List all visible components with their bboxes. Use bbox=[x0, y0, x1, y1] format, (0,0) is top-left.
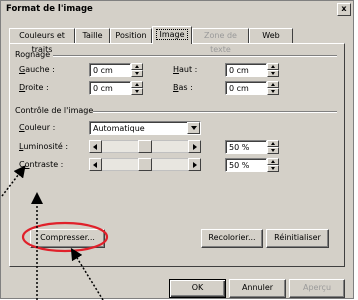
contrast-slider-thumb[interactable] bbox=[138, 158, 152, 171]
color-select[interactable]: Automatique bbox=[89, 121, 201, 135]
title-bar: Format de l'image x bbox=[1, 1, 353, 18]
spin-down-icon[interactable] bbox=[267, 165, 279, 172]
spin-up-icon[interactable] bbox=[267, 63, 279, 70]
tab-couleurs-et-traits[interactable]: Couleurs et traits bbox=[9, 28, 75, 54]
left-crop-field[interactable]: 0 cm bbox=[89, 63, 131, 77]
spin-up-icon[interactable] bbox=[131, 63, 143, 70]
left-crop-spinner[interactable] bbox=[131, 63, 143, 77]
tab-label: Taille bbox=[82, 31, 103, 40]
brightness-spinner[interactable] bbox=[267, 140, 279, 154]
recolor-button[interactable]: Recolorier... bbox=[201, 229, 263, 248]
tab-taille[interactable]: Taille bbox=[75, 28, 110, 43]
contrast-spinner[interactable] bbox=[267, 158, 279, 172]
spin-up-icon[interactable] bbox=[131, 81, 143, 88]
spin-down-icon[interactable] bbox=[131, 88, 143, 95]
slider-left-arrow-icon[interactable] bbox=[89, 140, 102, 153]
brightness-label: Luminosité : bbox=[19, 142, 68, 151]
image-control-divider bbox=[93, 111, 337, 113]
bottom-label: Bas : bbox=[173, 83, 193, 92]
slider-right-arrow-icon[interactable] bbox=[188, 158, 201, 171]
spin-up-icon[interactable] bbox=[267, 158, 279, 165]
ok-button[interactable]: OK bbox=[169, 279, 226, 298]
compress-button[interactable]: Compresser... bbox=[30, 229, 105, 248]
tab-position[interactable]: Position bbox=[110, 28, 152, 43]
dialog-title: Format de l'image bbox=[6, 4, 93, 14]
reset-button[interactable]: Réinitialiser bbox=[266, 229, 329, 248]
slider-right-arrow-icon[interactable] bbox=[188, 140, 201, 153]
right-crop-field[interactable]: 0 cm bbox=[89, 81, 131, 95]
contrast-label-rest: ntraste : bbox=[29, 160, 64, 169]
close-button[interactable]: x bbox=[337, 3, 351, 16]
format-image-dialog: Format de l'image x Couleurs et traits T… bbox=[0, 0, 354, 299]
right-label: Droite : bbox=[19, 83, 49, 92]
top-crop-spinner[interactable] bbox=[267, 63, 279, 77]
left-label-rest: auche : bbox=[25, 65, 55, 74]
top-label-rest: aut : bbox=[179, 65, 198, 74]
tab-web[interactable]: Web bbox=[249, 28, 293, 43]
cancel-button[interactable]: Annuler bbox=[229, 279, 286, 298]
brightness-slider-thumb[interactable] bbox=[138, 140, 152, 153]
tab-zone-de-texte: Zone de texte bbox=[192, 28, 249, 54]
tab-label: Web bbox=[262, 31, 280, 40]
close-icon: x bbox=[341, 4, 347, 13]
crop-group-label: Rognage bbox=[15, 50, 51, 59]
tab-label: Image bbox=[156, 29, 188, 40]
tab-label: Position bbox=[115, 31, 147, 40]
contrast-field[interactable]: 50 % bbox=[225, 158, 267, 172]
right-label-rest: roite : bbox=[25, 83, 49, 92]
spin-down-icon[interactable] bbox=[267, 70, 279, 77]
crop-divider bbox=[53, 55, 337, 57]
tab-image[interactable]: Image bbox=[152, 26, 192, 44]
spin-down-icon[interactable] bbox=[267, 147, 279, 154]
spin-down-icon[interactable] bbox=[131, 70, 143, 77]
brightness-label-rest: uminosité : bbox=[23, 142, 69, 151]
color-label-rest: ouleur : bbox=[24, 123, 56, 132]
top-label: Haut : bbox=[173, 65, 197, 74]
color-label: Couleur : bbox=[19, 123, 55, 132]
spin-down-icon[interactable] bbox=[267, 88, 279, 95]
right-crop-spinner[interactable] bbox=[131, 81, 143, 95]
bottom-label-rest: as : bbox=[178, 83, 193, 92]
spin-up-icon[interactable] bbox=[267, 81, 279, 88]
contrast-label: Contraste : bbox=[19, 160, 63, 169]
bottom-crop-spinner[interactable] bbox=[267, 81, 279, 95]
brightness-field[interactable]: 50 % bbox=[225, 140, 267, 154]
image-control-group-label: Contrôle de l'image bbox=[15, 106, 94, 115]
top-crop-field[interactable]: 0 cm bbox=[225, 63, 267, 77]
left-label: Gauche : bbox=[19, 65, 55, 74]
spin-up-icon[interactable] bbox=[267, 140, 279, 147]
bottom-crop-field[interactable]: 0 cm bbox=[225, 81, 267, 95]
chevron-down-icon[interactable] bbox=[187, 122, 200, 134]
preview-button: Aperçu bbox=[289, 279, 345, 298]
slider-left-arrow-icon[interactable] bbox=[89, 158, 102, 171]
